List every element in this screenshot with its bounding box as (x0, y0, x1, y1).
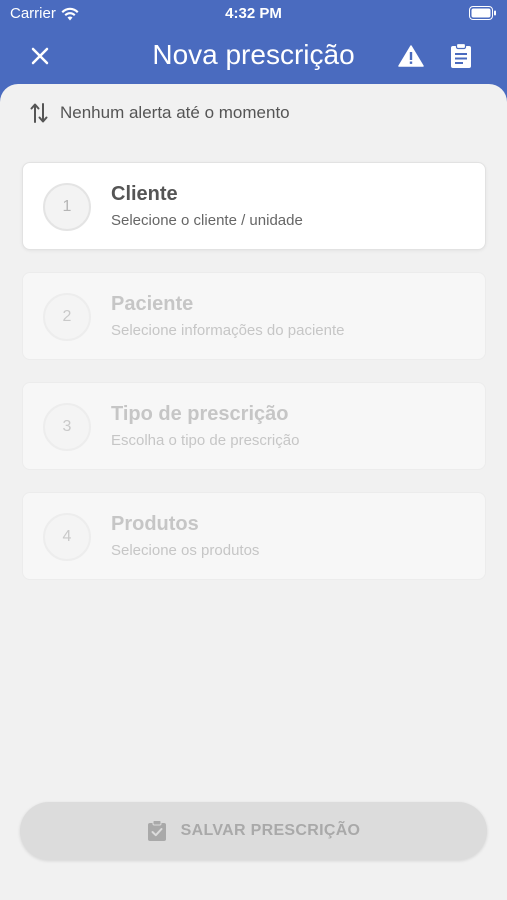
step-card-produtos[interactable]: 4 Produtos Selecione os produtos (22, 492, 486, 580)
step-card-tipo-prescricao[interactable]: 3 Tipo de prescrição Escolha o tipo de p… (22, 382, 486, 470)
battery-icon (469, 6, 497, 24)
step-title: Produtos (111, 513, 199, 535)
sort-arrows-icon (30, 103, 48, 123)
step-number: 3 (43, 403, 91, 451)
step-title: Tipo de prescrição (111, 403, 289, 425)
warning-icon (398, 45, 424, 67)
step-number: 1 (43, 183, 91, 231)
page-title: Nova prescrição (152, 39, 355, 70)
step-card-paciente[interactable]: 2 Paciente Selecione informações do paci… (22, 272, 486, 360)
alerts-button[interactable] (393, 38, 429, 74)
navigation-bar: Nova prescrição (0, 28, 507, 84)
step-number: 4 (43, 513, 91, 561)
content-sheet: Nenhum alerta até o momento 1 Cliente Se… (0, 84, 507, 900)
clipboard-icon (451, 43, 471, 68)
step-subtitle: Selecione os produtos (111, 542, 260, 559)
summary-button[interactable] (443, 38, 479, 74)
save-prescription-button[interactable]: SALVAR PRESCRIÇÃO (20, 802, 487, 860)
step-title: Paciente (111, 293, 194, 315)
alerts-summary: Nenhum alerta até o momento (30, 102, 290, 124)
alerts-text: Nenhum alerta até o momento (60, 103, 290, 122)
save-button-label: SALVAR PRESCRIÇÃO (180, 822, 361, 839)
status-bar: Carrier 4:32 PM (0, 0, 507, 28)
status-time: 4:32 PM (225, 5, 282, 22)
step-subtitle: Escolha o tipo de prescrição (111, 432, 300, 449)
step-card-cliente[interactable]: 1 Cliente Selecione o cliente / unidade (22, 162, 486, 250)
clipboard-check-icon (147, 820, 166, 841)
step-title: Cliente (111, 183, 178, 205)
step-subtitle: Selecione o cliente / unidade (111, 212, 303, 229)
step-number: 2 (43, 293, 91, 341)
step-subtitle: Selecione informações do paciente (111, 322, 345, 339)
